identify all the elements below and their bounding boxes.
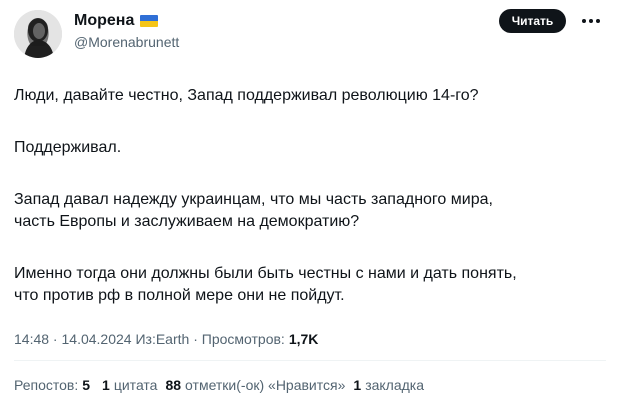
- avatar-photo: [14, 10, 62, 58]
- tweet-date[interactable]: 14.04.2024: [62, 331, 132, 347]
- ukraine-flag-icon: [140, 15, 159, 27]
- author-name-row: Морена: [74, 12, 159, 30]
- tweet-text-line: Люди, давайте честно, Запад поддерживал …: [14, 87, 479, 104]
- author-display-name[interactable]: Морена: [74, 12, 134, 30]
- reposts-label: Репостов:: [14, 377, 79, 393]
- more-dots-icon[interactable]: [580, 12, 602, 30]
- views-count[interactable]: 1,7K: [289, 331, 319, 347]
- reposts-stat[interactable]: Репостов: 5: [14, 377, 94, 393]
- quotes-label: цитата: [113, 377, 158, 393]
- follow-button[interactable]: Читать: [499, 9, 566, 33]
- tweet-text-line: Запад давал надежду украинцам, что мы ча…: [14, 191, 493, 208]
- meta-separator: ·: [189, 331, 202, 347]
- bookmarks-stat[interactable]: 1 закладка: [353, 377, 424, 393]
- tweet-text-line: Поддерживал.: [14, 139, 122, 156]
- avatar[interactable]: [14, 10, 62, 58]
- tweet-card: Морена @Morenabrunett Читать Люди, давай…: [0, 0, 620, 403]
- bookmarks-label: закладка: [365, 377, 425, 393]
- tweet-meta: 14:48 · 14.04.2024 Из:Earth · Просмотров…: [14, 331, 318, 347]
- tweet-text-line: часть Европы и заслуживаем на демократию…: [14, 213, 360, 230]
- tweet-time[interactable]: 14:48: [14, 331, 49, 347]
- meta-separator: ·: [49, 331, 62, 347]
- quotes-count: 1: [102, 377, 110, 393]
- tweet-text-line: Именно тогда они должны были быть честны…: [14, 265, 517, 282]
- quotes-stat[interactable]: 1 цитата: [102, 377, 157, 393]
- likes-stat[interactable]: 88 отметки(-ок) «Нравится»: [165, 377, 345, 393]
- divider: [14, 360, 606, 361]
- author-handle[interactable]: @Morenabrunett: [74, 34, 179, 50]
- tweet-text-line: что против рф в полной мере они не пойду…: [14, 287, 345, 304]
- likes-label: отметки(-ок) «Нравится»: [185, 377, 346, 393]
- reposts-count: 5: [82, 377, 91, 393]
- tweet-source: Из:Earth: [135, 331, 190, 347]
- bookmarks-count: 1: [353, 377, 362, 393]
- likes-count: 88: [165, 377, 182, 393]
- views-label: Просмотров:: [201, 331, 285, 347]
- engagement-stats: Репостов: 5 1 цитата 88 отметки(-ок) «Нр…: [14, 377, 432, 393]
